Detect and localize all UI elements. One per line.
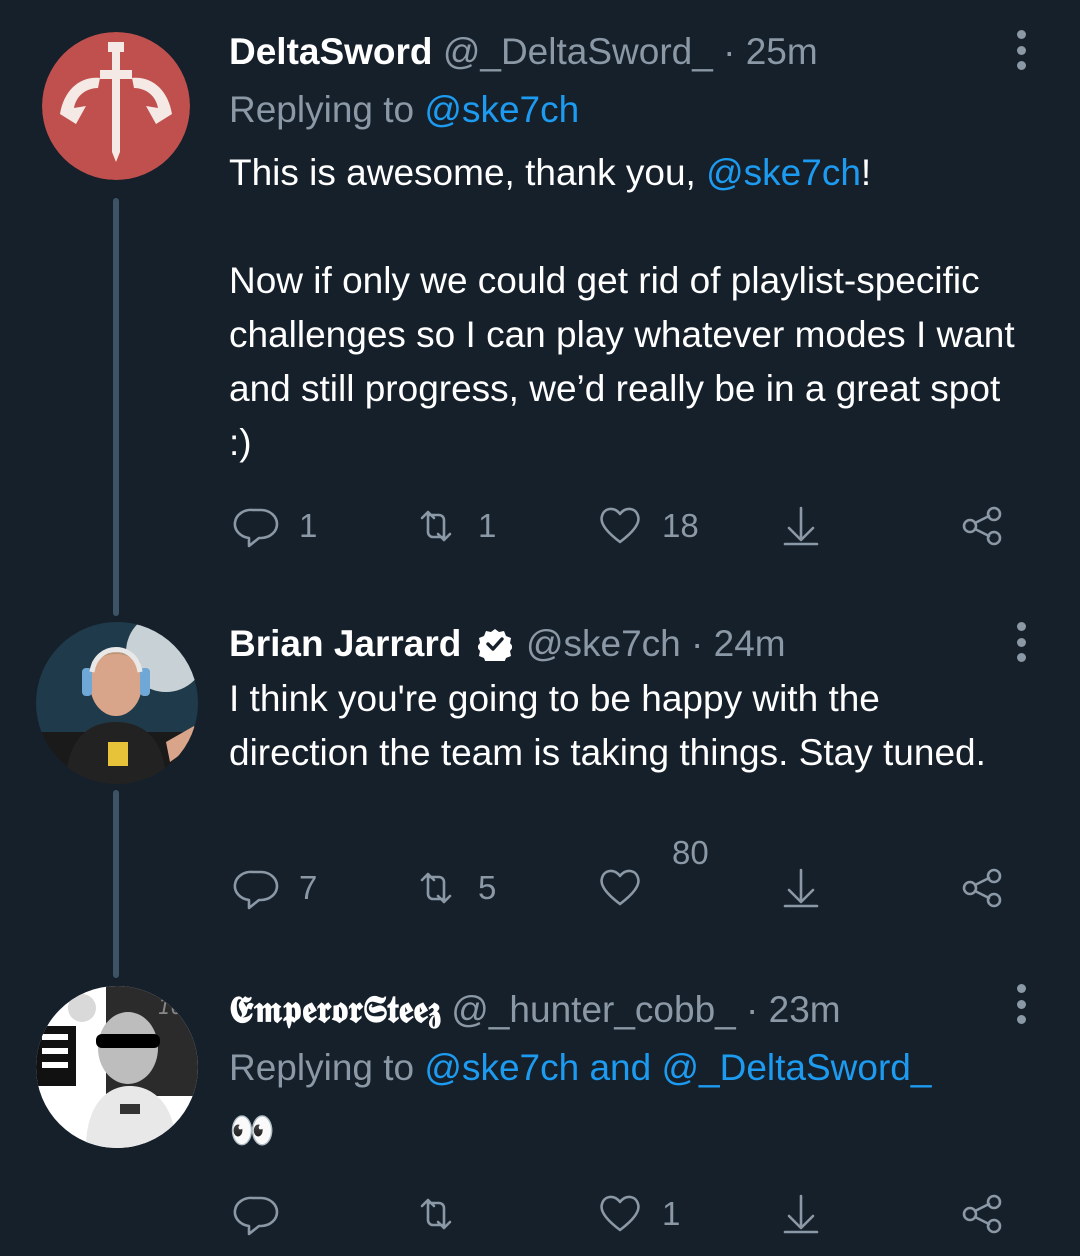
heart-icon [600, 869, 640, 906]
download-button[interactable] [777, 1184, 825, 1244]
replying-to-link[interactable]: @ske7ch [424, 89, 579, 130]
tweet-text-part: ! [860, 152, 872, 193]
svg-text:100: 100 [158, 995, 196, 1019]
retweet-icon [420, 1198, 452, 1230]
download-icon [783, 506, 819, 546]
avatar-deltasword[interactable] [42, 32, 190, 180]
display-name[interactable]: Brian Jarrard [229, 623, 461, 664]
action-bar: 7 5 [0, 858, 1080, 918]
tweet-header: DeltaSword @_DeltaSword_ · 25m [229, 30, 818, 74]
handle[interactable]: @_hunter_cobb_ [451, 989, 735, 1030]
reply-count: 7 [299, 869, 318, 906]
eyes-emoji: 👀 [229, 1110, 276, 1151]
tweet-text: This is awesome, thank you, @ske7ch! Now… [229, 146, 1029, 470]
share-button[interactable] [958, 858, 1006, 918]
retweet-button[interactable]: 1 [412, 496, 496, 556]
retweet-icon [420, 872, 452, 904]
replying-to: Replying to @ske7ch and @_DeltaSword_ [229, 1046, 931, 1090]
more-options-icon[interactable] [1004, 30, 1038, 70]
tweet-text-paragraph: Now if only we could get rid of playlist… [229, 260, 1015, 463]
reply-button[interactable] [233, 1184, 281, 1244]
tweet-text: I think you're going to be happy with th… [229, 672, 989, 780]
replying-to: Replying to @ske7ch [229, 88, 579, 132]
retweet-count: 1 [478, 507, 497, 544]
tweet-header: Brian Jarrard @ske7ch · 24m [229, 622, 786, 666]
brian-jarrard-photo-image [36, 622, 198, 784]
more-options-icon[interactable] [1004, 622, 1038, 662]
download-icon [783, 1194, 819, 1234]
heart-icon [600, 507, 640, 544]
replying-prefix: Replying to [229, 89, 425, 130]
tweet-brian-jarrard[interactable]: Brian Jarrard @ske7ch · 24m I think you'… [0, 600, 1080, 978]
emperorsteez-avatar-image: 100 [36, 986, 198, 1148]
tweet-text-paragraph: I think you're going to be happy with th… [229, 678, 986, 773]
handle[interactable]: @ske7ch [526, 623, 681, 664]
share-button[interactable] [958, 1184, 1006, 1244]
more-options-icon[interactable] [1004, 984, 1038, 1024]
separator: · [746, 989, 759, 1030]
tweet-text-part: This is awesome, thank you, [229, 152, 707, 193]
like-button[interactable]: 1 [596, 1184, 680, 1244]
like-count: 1 [662, 1195, 681, 1232]
tweet-emperorsteez[interactable]: 100 𝕰𝖒𝖕𝖊𝖗𝖔𝖗𝕾𝖙𝖊𝖊𝖟 @_hunter_cobb_ · 23m Re… [0, 960, 1080, 1256]
retweet-button[interactable] [412, 1184, 460, 1244]
replying-to-link[interactable]: @ske7ch and @_DeltaSword_ [424, 1047, 931, 1088]
handle[interactable]: @_DeltaSword_ [443, 31, 713, 72]
reply-icon [233, 1196, 279, 1236]
retweet-button[interactable]: 5 [412, 858, 496, 918]
verified-badge-icon [477, 629, 512, 661]
like-button[interactable] [596, 858, 644, 918]
download-icon [783, 868, 819, 908]
retweet-count: 5 [478, 869, 497, 906]
like-button[interactable]: 18 [596, 496, 699, 556]
action-bar: 1 [0, 1184, 1080, 1244]
tweet-header: 𝕰𝖒𝖕𝖊𝖗𝖔𝖗𝕾𝖙𝖊𝖊𝖟 @_hunter_cobb_ · 23m [229, 988, 841, 1032]
action-bar: 1 1 18 [0, 496, 1080, 556]
share-icon [962, 506, 1002, 546]
download-button[interactable] [777, 496, 825, 556]
display-name[interactable]: 𝕰𝖒𝖕𝖊𝖗𝖔𝖗𝕾𝖙𝖊𝖊𝖟 [229, 989, 441, 1030]
avatar-brian-jarrard[interactable] [36, 622, 198, 784]
timestamp[interactable]: 25m [746, 31, 818, 72]
like-count: 18 [662, 507, 699, 544]
timestamp[interactable]: 24m [714, 623, 786, 664]
mention-link[interactable]: @ske7ch [706, 152, 861, 193]
separator: · [691, 623, 704, 664]
reply-button[interactable]: 7 [233, 858, 317, 918]
deltasword-logo-image [42, 32, 190, 180]
download-button[interactable] [777, 858, 825, 918]
share-icon [962, 1194, 1002, 1234]
reply-icon [233, 508, 279, 548]
reply-icon [233, 870, 279, 910]
separator: · [723, 31, 736, 72]
retweet-icon [420, 510, 452, 542]
avatar-emperorsteez[interactable]: 100 [36, 986, 198, 1148]
tweet-deltasword[interactable]: DeltaSword @_DeltaSword_ · 25m Replying … [0, 0, 1080, 616]
display-name[interactable]: DeltaSword [229, 31, 433, 72]
timestamp[interactable]: 23m [769, 989, 841, 1030]
share-icon [962, 868, 1002, 908]
replying-prefix: Replying to [229, 1047, 425, 1088]
tweet-text: 👀 [229, 1104, 1029, 1158]
reply-button[interactable]: 1 [233, 496, 317, 556]
reply-count: 1 [299, 507, 318, 544]
heart-icon [600, 1195, 640, 1232]
share-button[interactable] [958, 496, 1006, 556]
